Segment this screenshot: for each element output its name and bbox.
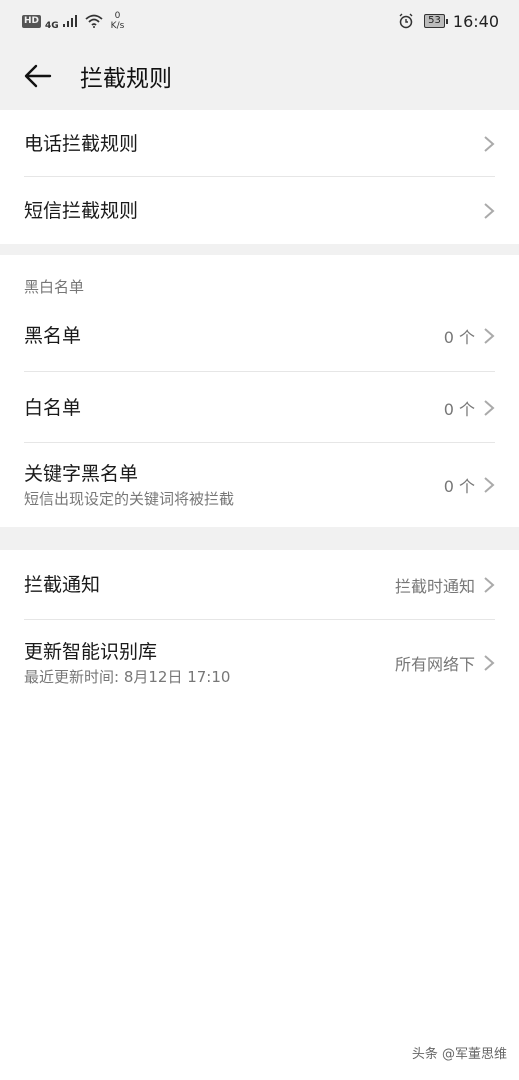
row-text: 更新智能识别库 最近更新时间: 8月12日 17:10 xyxy=(24,639,230,687)
status-bar: HD 4G 0 K/s 53 16:40 xyxy=(0,0,519,42)
section-header: 黑白名单 xyxy=(24,278,85,296)
settings-card: 拦截通知 拦截时通知 更新智能识别库 最近更新时间: 8月12日 17:10 所… xyxy=(0,550,519,1080)
row-label: 短信拦截规则 xyxy=(24,199,139,222)
row-sms-block-rules[interactable]: 短信拦截规则 xyxy=(0,177,519,244)
chevron-right-icon xyxy=(484,477,495,493)
row-value: 0 个 xyxy=(443,477,475,496)
network-speed-unit: K/s xyxy=(110,21,125,31)
back-arrow-icon xyxy=(24,64,52,88)
row-label: 黑名单 xyxy=(24,324,82,347)
chevron-right-icon xyxy=(484,202,495,219)
chevron-right-icon xyxy=(484,655,495,671)
status-right: 53 16:40 xyxy=(398,12,499,31)
alarm-icon xyxy=(399,13,413,29)
network-type: 4G xyxy=(45,21,59,31)
row-value: 0 个 xyxy=(443,399,475,419)
row-right: 所有网络下 xyxy=(395,651,495,675)
hd-badge: HD xyxy=(22,14,42,28)
row-blacklist[interactable]: 黑名单 0 个 xyxy=(0,299,519,372)
chevron-right-icon xyxy=(484,135,495,152)
row-right: 0 个 xyxy=(444,324,495,348)
row-block-notification[interactable]: 拦截通知 拦截时通知 xyxy=(0,550,519,620)
row-keyword-blacklist[interactable]: 关键字黑名单 短信出现设定的关键词将被拦截 0 个 xyxy=(0,443,519,527)
row-label: 白名单 xyxy=(24,396,82,419)
back-button[interactable] xyxy=(16,54,60,98)
row-label: 更新智能识别库 xyxy=(24,641,158,663)
chevron-right-icon xyxy=(484,577,495,593)
row-value: 所有网络下 xyxy=(394,655,475,674)
row-call-block-rules[interactable]: 电话拦截规则 xyxy=(0,110,519,177)
watermark: 头条 @军董思维 xyxy=(411,1047,507,1062)
chevron-right-icon xyxy=(484,327,495,344)
row-right: 拦截时通知 xyxy=(395,573,495,597)
page-title: 拦截规则 xyxy=(80,66,172,92)
network-speed-value: 0 xyxy=(114,11,121,21)
row-label: 关键字黑名单 xyxy=(24,463,139,485)
row-right: 0 个 xyxy=(444,473,495,497)
network-speed: 0 K/s xyxy=(111,11,125,31)
row-right: 0 个 xyxy=(444,396,495,420)
rules-card: 电话拦截规则 短信拦截规则 xyxy=(0,110,519,244)
row-value: 拦截时通知 xyxy=(394,577,475,596)
row-value: 0 个 xyxy=(443,327,475,347)
battery-icon: 53 xyxy=(424,14,448,28)
status-left: HD 4G 0 K/s xyxy=(22,11,124,31)
row-label: 拦截通知 xyxy=(24,574,101,596)
signal-icon xyxy=(62,15,77,27)
chevron-right-icon xyxy=(484,399,495,416)
app-bar: 拦截规则 xyxy=(0,42,519,110)
row-sublabel: 短信出现设定的关键词将被拦截 xyxy=(24,490,235,508)
row-label: 电话拦截规则 xyxy=(24,132,139,155)
row-update-smart-library[interactable]: 更新智能识别库 最近更新时间: 8月12日 17:10 所有网络下 xyxy=(0,620,519,706)
list-card: 黑白名单 黑名单 0 个 白名单 0 个 关键字黑名单 短信出现设定的关键词将被… xyxy=(0,255,519,527)
row-text: 关键字黑名单 短信出现设定的关键词将被拦截 xyxy=(24,461,234,509)
row-whitelist[interactable]: 白名单 0 个 xyxy=(0,372,519,443)
wifi-icon xyxy=(85,14,103,28)
row-sublabel: 最近更新时间: 8月12日 17:10 xyxy=(24,668,231,686)
clock: 16:40 xyxy=(452,11,499,31)
